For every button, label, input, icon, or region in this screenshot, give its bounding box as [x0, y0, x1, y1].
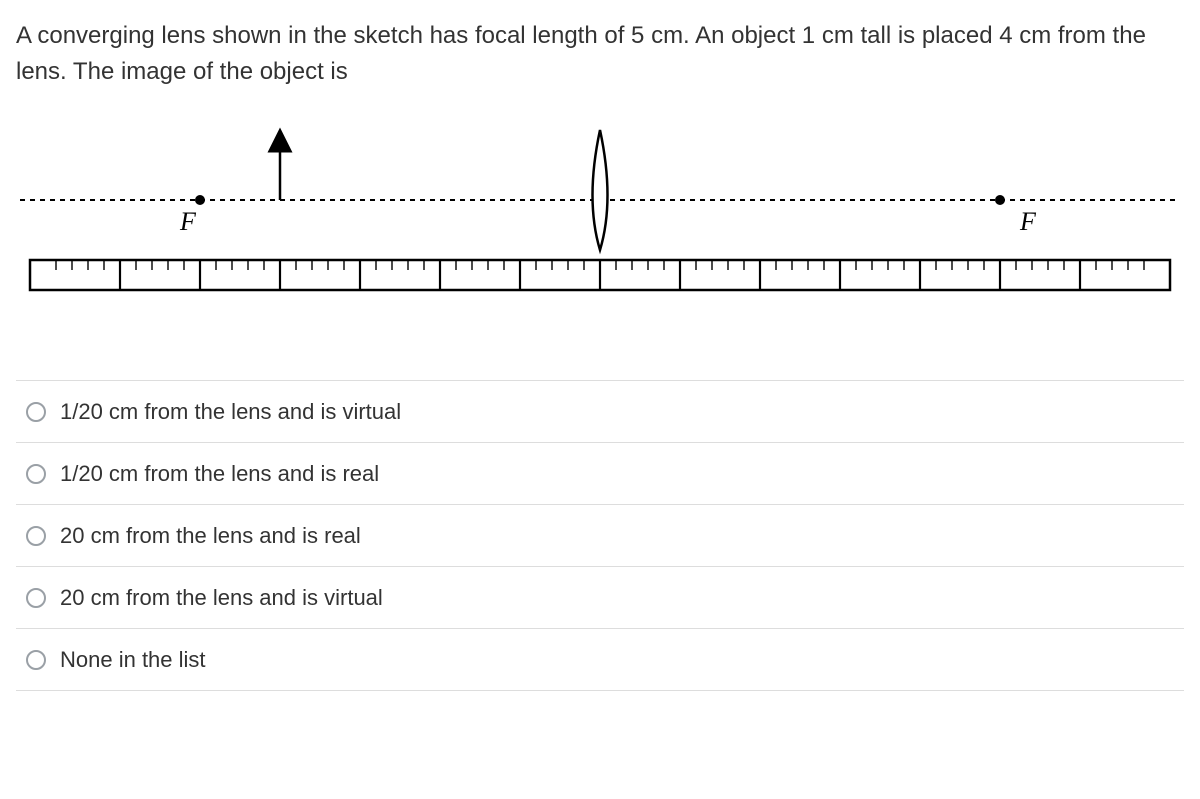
diagram-svg: F F [20, 120, 1180, 320]
option-2[interactable]: 20 cm from the lens and is real [16, 505, 1184, 567]
option-label: 1/20 cm from the lens and is virtual [60, 395, 401, 428]
option-label: 20 cm from the lens and is virtual [60, 581, 383, 614]
left-focus-label: F [179, 207, 197, 236]
right-focus-point [995, 195, 1005, 205]
left-focus-point [195, 195, 205, 205]
right-focus-label: F [1019, 207, 1037, 236]
lens-diagram: F F [20, 120, 1180, 320]
radio-icon [26, 526, 46, 546]
option-label: 1/20 cm from the lens and is real [60, 457, 379, 490]
radio-icon [26, 650, 46, 670]
option-4[interactable]: None in the list [16, 629, 1184, 691]
lens-icon [593, 130, 608, 250]
radio-icon [26, 464, 46, 484]
option-3[interactable]: 20 cm from the lens and is virtual [16, 567, 1184, 629]
option-1[interactable]: 1/20 cm from the lens and is real [16, 443, 1184, 505]
option-0[interactable]: 1/20 cm from the lens and is virtual [16, 381, 1184, 443]
option-label: None in the list [60, 643, 206, 676]
question-text: A converging lens shown in the sketch ha… [16, 18, 1184, 90]
radio-icon [26, 402, 46, 422]
radio-icon [26, 588, 46, 608]
option-label: 20 cm from the lens and is real [60, 519, 361, 552]
options-list: 1/20 cm from the lens and is virtual 1/2… [16, 380, 1184, 691]
